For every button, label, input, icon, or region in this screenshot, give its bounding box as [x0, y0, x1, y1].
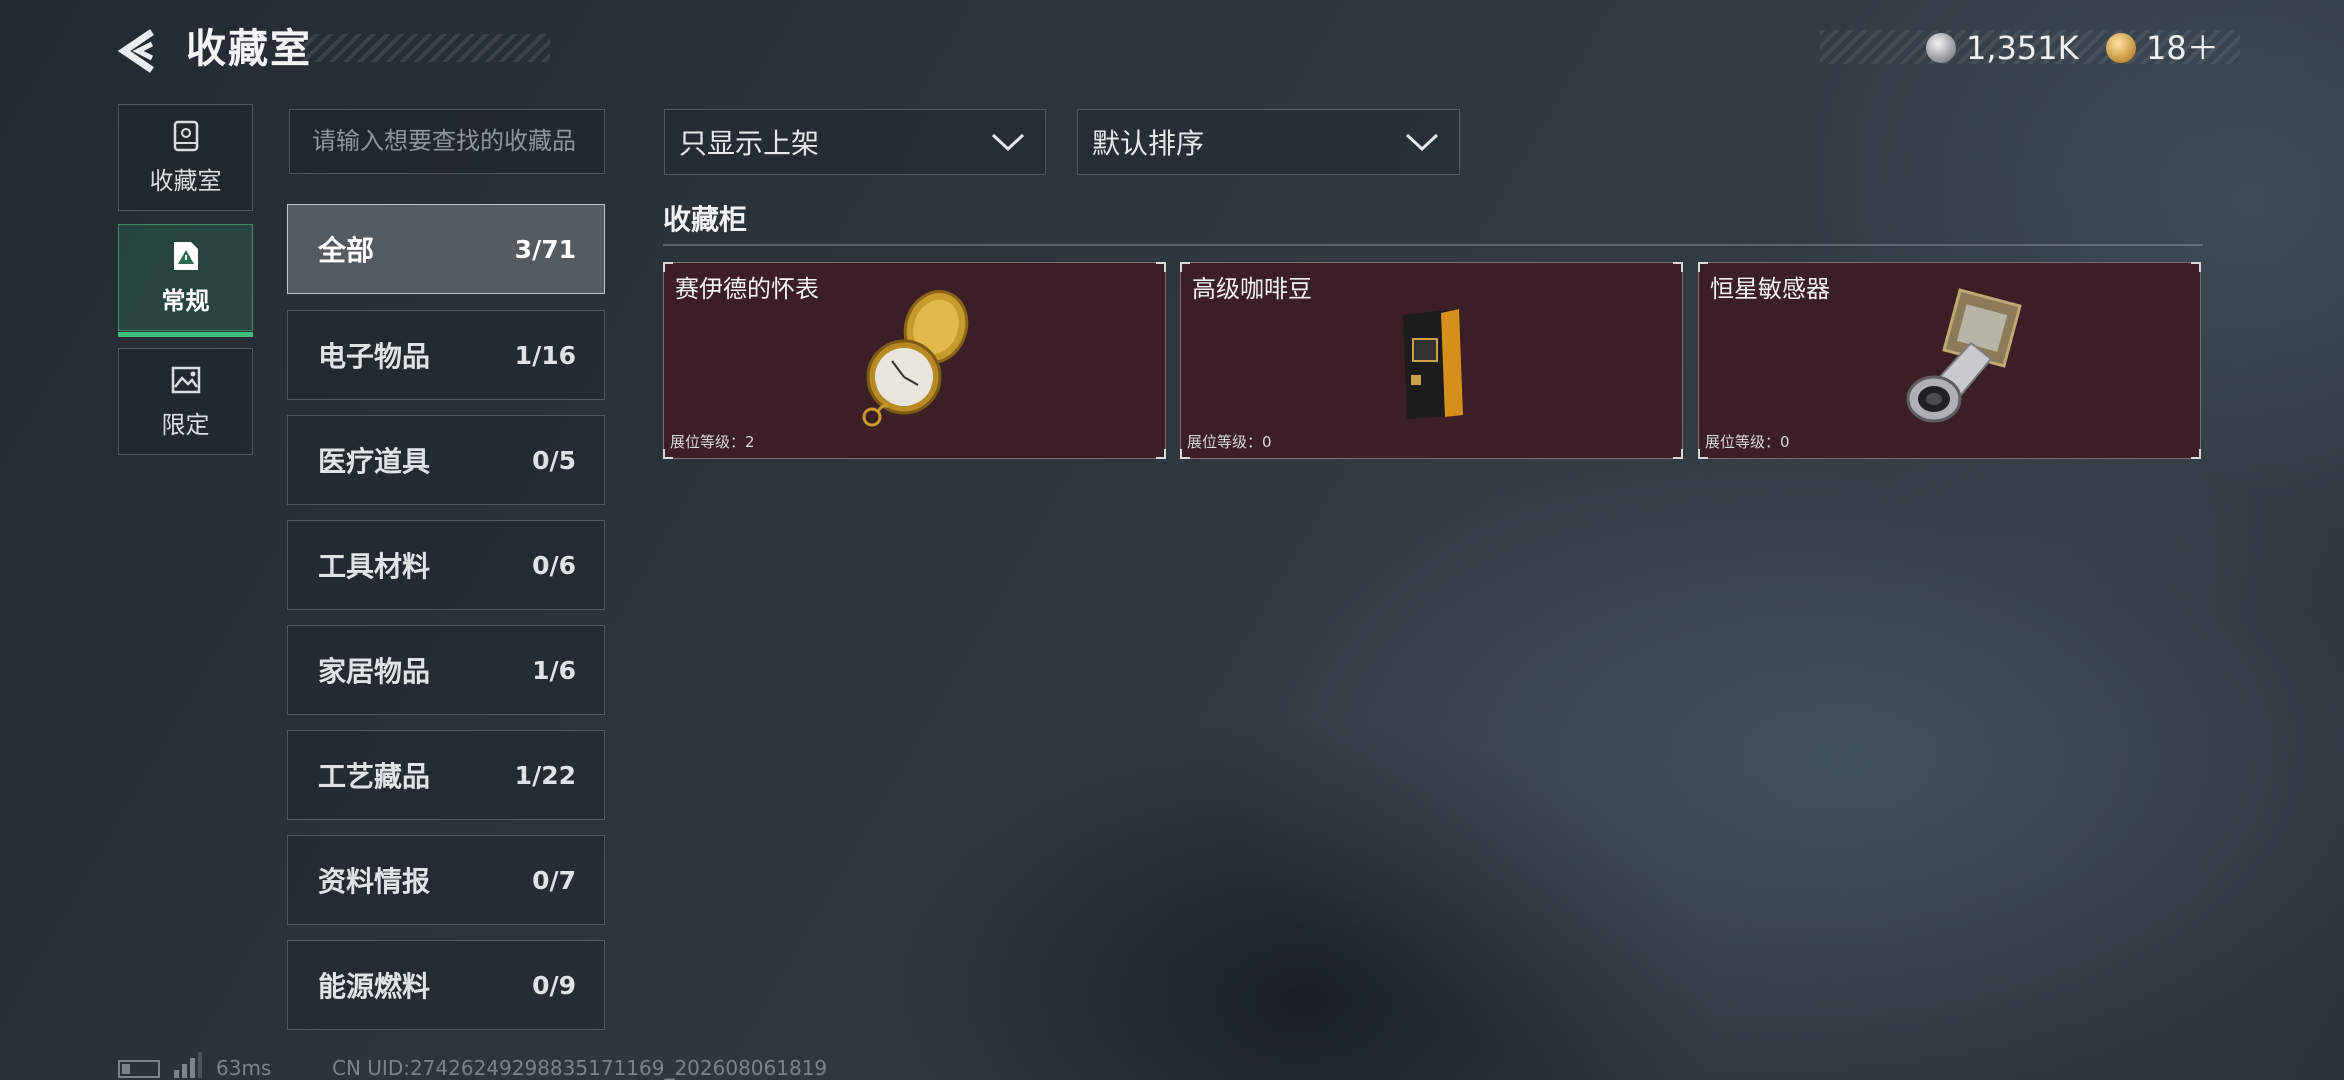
category-count: 1/22	[514, 760, 576, 790]
category-count: 0/7	[532, 865, 576, 895]
category-item-intel[interactable]: 资料情报 0/7	[287, 835, 605, 925]
sidebar-item-label: 常规	[161, 287, 210, 315]
category-count: 0/6	[532, 550, 576, 580]
category-label: 医疗道具	[318, 445, 431, 478]
category-label: 工具材料	[318, 550, 431, 583]
item-name: 赛伊德的怀表	[675, 275, 819, 303]
user-uid: CN UID:27426249298835171169_202608061819	[332, 1056, 828, 1080]
item-display-level: 展位等级：2	[670, 433, 755, 451]
category-item-household[interactable]: 家居物品 1/6	[287, 625, 605, 715]
sidebar-item-regular[interactable]: 常规	[118, 224, 253, 337]
category-item-all[interactable]: 全部 3/71	[287, 204, 605, 294]
category-item-energy[interactable]: 能源燃料 0/9	[287, 940, 605, 1030]
collection-item-card[interactable]: 赛伊德的怀表 展位等级：2	[663, 262, 1166, 459]
search-input[interactable]: 请输入想要查找的收藏品	[289, 109, 605, 174]
coffee-bag-icon	[1403, 309, 1463, 419]
category-count: 3/71	[514, 234, 576, 264]
ping-readout: 63ms	[216, 1056, 272, 1080]
sort-dropdown[interactable]: 默认排序	[1077, 109, 1460, 175]
sidebar-item-label: 收藏室	[149, 167, 222, 195]
signal-icon	[174, 1052, 202, 1078]
display-filter-dropdown[interactable]: 只显示上架	[664, 109, 1046, 175]
silver-currency-amount: 1,351K	[1966, 29, 2079, 67]
pocket-watch-icon	[862, 290, 969, 427]
category-item-medical[interactable]: 医疗道具 0/5	[287, 415, 605, 505]
back-arrow-icon[interactable]	[116, 28, 162, 74]
item-display-level: 展位等级：0	[1187, 433, 1272, 451]
category-count: 1/6	[532, 655, 576, 685]
sidebar-item-label: 限定	[161, 411, 210, 439]
sidebar-item-limited[interactable]: 限定	[118, 348, 253, 455]
star-sensor-icon	[1906, 288, 2022, 423]
category-label: 电子物品	[318, 340, 431, 373]
gold-currency-amount[interactable]: 18＋	[2146, 30, 2219, 66]
category-item-crafts[interactable]: 工艺藏品 1/22	[287, 730, 605, 820]
category-count: 0/5	[532, 445, 576, 475]
category-label: 全部	[318, 234, 375, 267]
document-warning-icon	[173, 242, 198, 270]
item-display-level: 展位等级：0	[1705, 433, 1790, 451]
image-icon	[171, 366, 200, 394]
section-divider	[663, 244, 2203, 246]
category-item-electronics[interactable]: 电子物品 1/16	[287, 310, 605, 400]
collection-item-card[interactable]: 高级咖啡豆 展位等级：0	[1180, 262, 1683, 459]
chevron-down-icon	[1405, 133, 1439, 152]
chevron-down-icon	[991, 133, 1025, 152]
page-title: 收藏室	[186, 26, 312, 72]
item-name: 恒星敏感器	[1710, 275, 1830, 303]
item-name: 高级咖啡豆	[1192, 275, 1312, 303]
category-label: 家居物品	[318, 655, 431, 688]
sidebar-item-collection-room[interactable]: 收藏室	[118, 104, 253, 211]
section-title: 收藏柜	[663, 203, 748, 236]
category-count: 1/16	[514, 340, 576, 370]
gold-coin-icon	[2106, 33, 2136, 63]
category-item-tools[interactable]: 工具材料 0/6	[287, 520, 605, 610]
sort-value: 默认排序	[1092, 127, 1205, 160]
category-label: 能源燃料	[318, 970, 431, 1003]
title-decoration	[300, 34, 550, 62]
display-filter-value: 只显示上架	[679, 127, 820, 160]
silver-coin-icon	[1926, 33, 1956, 63]
category-count: 0/9	[532, 970, 576, 1000]
category-label: 工艺藏品	[318, 760, 431, 793]
collection-item-card[interactable]: 恒星敏感器 展位等级：0	[1698, 262, 2201, 459]
battery-icon	[118, 1060, 160, 1078]
display-case-icon	[173, 120, 198, 152]
category-label: 资料情报	[318, 865, 431, 898]
